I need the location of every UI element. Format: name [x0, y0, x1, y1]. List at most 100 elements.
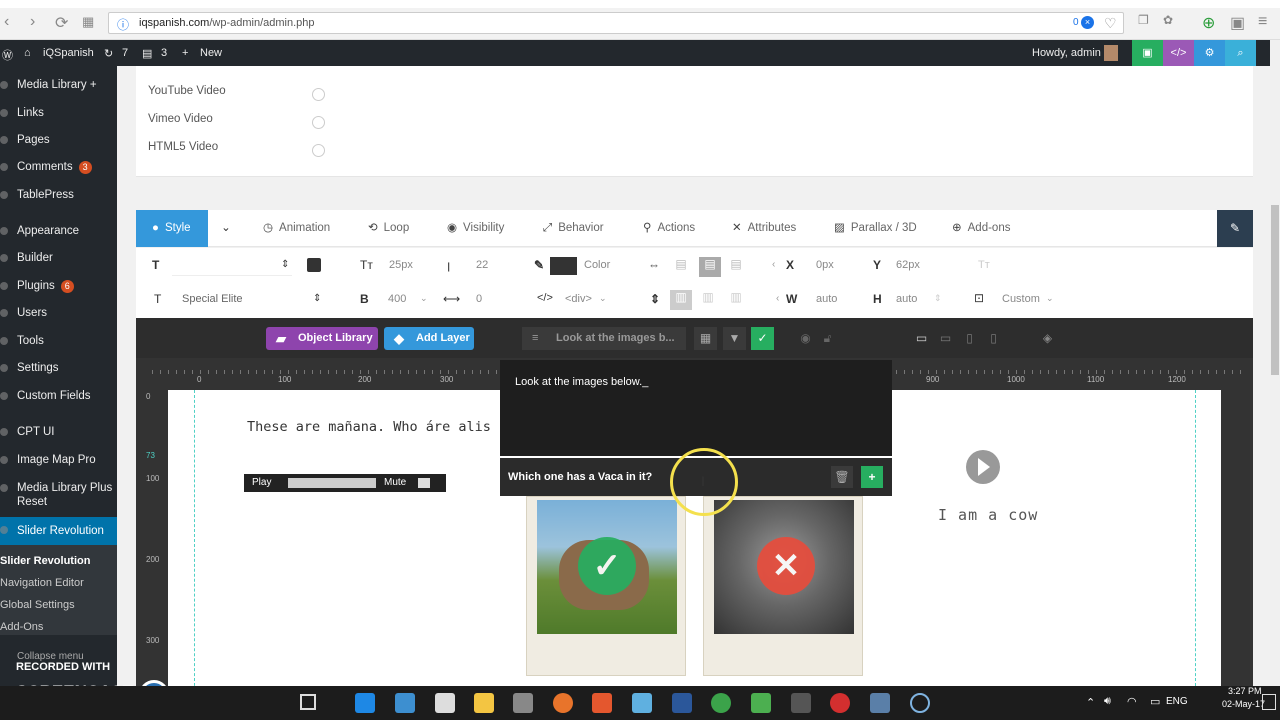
action-center-icon[interactable] [1262, 694, 1276, 710]
align-center-icon[interactable]: ▤ [699, 257, 721, 277]
tab-loop[interactable]: ⟲ Loop [368, 210, 409, 247]
sidebar-item-plugins[interactable]: Plugins 6 [0, 273, 117, 299]
color-swatch[interactable] [550, 257, 577, 275]
custom-select[interactable]: Custom [1002, 293, 1040, 305]
align-right-icon[interactable]: ▤ [727, 257, 745, 275]
valign-middle-icon[interactable]: ▥ [699, 290, 717, 308]
tray-chevron-icon[interactable]: ⌃ [1086, 696, 1095, 709]
height-input[interactable]: auto [896, 293, 917, 305]
width-input[interactable]: auto [816, 293, 837, 305]
align-left-icon[interactable]: ▤ [672, 257, 690, 275]
extension-icon[interactable]: × [1081, 16, 1094, 29]
add-layer-button[interactable]: ◆ Add Layer [384, 327, 474, 350]
sidebar-item-links[interactable]: Links [0, 100, 117, 126]
tab-parallax[interactable]: ▨ Parallax / 3D [834, 210, 917, 247]
apps-grid-icon[interactable]: ▦ [82, 14, 94, 30]
volume-bar[interactable] [418, 478, 430, 488]
clock-time[interactable]: 3:27 PM [1228, 686, 1262, 696]
lock-icon[interactable]: 🔓︎ [816, 327, 839, 350]
pin-icon[interactable]: ✎ [1217, 210, 1253, 247]
notepad-icon[interactable] [632, 693, 652, 713]
settings-gear-icon[interactable]: ⚙ [1194, 40, 1225, 66]
howdy-text[interactable]: Howdy, admin [1032, 47, 1101, 59]
font-weight-select[interactable]: 400 [388, 293, 406, 305]
layer-select[interactable]: ≡ Look at the images b... [522, 327, 686, 350]
tab-actions[interactable]: ⚲ Actions [643, 210, 695, 247]
x-position-input[interactable]: 0px [816, 259, 834, 271]
slide-text-layer[interactable]: These are mañana. Who áre alis [247, 419, 491, 435]
word-icon[interactable] [672, 693, 692, 713]
firefox-icon[interactable] [553, 693, 573, 713]
submenu-add-ons[interactable]: Add-Ons [0, 621, 43, 633]
reload-icon[interactable]: ⟳ [55, 13, 68, 33]
copy-icon[interactable]: ❐ [1138, 13, 1149, 27]
audio-player[interactable]: Play Mute [244, 474, 446, 492]
sidebar-item-comments[interactable]: Comments 3 [0, 154, 117, 180]
letter-spacing-input[interactable]: 0 [476, 293, 482, 305]
cow-text-layer[interactable]: I am a cow [938, 506, 1038, 524]
y-position-input[interactable]: 62px [896, 259, 920, 271]
mute-button[interactable]: Mute [384, 477, 406, 488]
photo-cat[interactable]: ✕ [703, 496, 863, 676]
windows-store-icon[interactable] [435, 693, 455, 713]
line-height-input[interactable]: 22 [476, 259, 488, 271]
edge-icon[interactable] [355, 693, 375, 713]
sidebar-item-tablepress[interactable]: TablePress [0, 182, 117, 208]
filter-icon[interactable]: ▼ [723, 327, 746, 350]
site-name-link[interactable]: iQSpanish [43, 47, 94, 59]
valign-top-icon[interactable]: ▥ [670, 290, 692, 310]
object-library-button[interactable]: ▰ Object Library [266, 327, 378, 350]
font-family-select[interactable]: Special Elite [182, 293, 243, 305]
updates-icon[interactable]: ↻ [104, 47, 113, 60]
desktop-icon[interactable]: ▭ [910, 327, 933, 350]
green-app-icon[interactable] [751, 693, 771, 713]
settings-app-icon[interactable] [513, 693, 533, 713]
forward-icon[interactable]: › [30, 13, 35, 31]
sidebar-item-tools[interactable]: Tools [0, 328, 117, 354]
text-tool-icon[interactable]: Tт [978, 259, 990, 271]
tag-select[interactable]: <div> [565, 293, 592, 305]
tab-visibility[interactable]: ◉ Visibility [447, 210, 504, 247]
font-size-input[interactable]: 25px [389, 259, 413, 271]
home-icon[interactable]: ⌂ [24, 47, 31, 59]
progress-bar[interactable] [288, 478, 376, 488]
sidebar-item-users[interactable]: Users [0, 300, 117, 326]
sidebar-item-appearance[interactable]: Appearance [0, 218, 117, 244]
submenu-navigation-editor[interactable]: Navigation Editor [0, 577, 84, 589]
menu-icon[interactable]: ≡ [1258, 13, 1267, 31]
tablet-icon[interactable]: ▯ [958, 327, 981, 350]
sidebar-item-media-library-plus[interactable]: Media Library Plus Reset [0, 475, 117, 513]
radio-youtube[interactable] [312, 88, 325, 101]
search-icon[interactable]: ⌕ [1225, 40, 1256, 66]
video-play-icon[interactable] [966, 450, 1000, 484]
tab-attributes[interactable]: ✕ Attributes [732, 210, 796, 247]
scrollbar-thumb[interactable] [1271, 205, 1279, 375]
camera-icon[interactable]: ▣ [1230, 13, 1245, 33]
radio-html5[interactable] [312, 144, 325, 157]
photo-cow[interactable]: ✓ [526, 496, 686, 676]
file-explorer-icon[interactable] [474, 693, 494, 713]
save-icon[interactable]: ▣ [1132, 40, 1163, 66]
download-icon[interactable]: ⊕ [1202, 13, 1215, 33]
check-icon[interactable]: ✓ [751, 327, 774, 350]
new-link[interactable]: New [200, 47, 222, 59]
comments-icon[interactable]: ▤ [142, 47, 152, 60]
grid-icon[interactable]: ▦ [694, 327, 717, 350]
app-icon[interactable] [592, 693, 612, 713]
submenu-slider-revolution[interactable]: Slider Revolution [0, 555, 90, 567]
wordpress-logo-icon[interactable]: Ⓦ [2, 47, 13, 63]
sidebar-item-cpt-ui[interactable]: CPT UI [0, 419, 117, 445]
comments-count[interactable]: 3 [161, 47, 167, 59]
tab-add-ons[interactable]: ⊕ Add-ons [952, 210, 1010, 247]
valign-bottom-icon[interactable]: ▥ [727, 290, 745, 308]
store-icon[interactable] [395, 693, 415, 713]
remote-desktop-icon[interactable] [870, 693, 890, 713]
message-icon[interactable]: ▭ [1150, 695, 1160, 708]
save-preset-icon[interactable] [307, 258, 321, 272]
tab-animation[interactable]: ◷ Animation [263, 210, 330, 247]
code-icon[interactable]: </> [1163, 40, 1194, 66]
question-text[interactable]: Which one has a Vaca in it? [508, 471, 652, 483]
chrome-icon[interactable] [711, 693, 731, 713]
avatar[interactable] [1104, 45, 1118, 61]
visibility-eye-icon[interactable]: ◉ [794, 327, 817, 350]
